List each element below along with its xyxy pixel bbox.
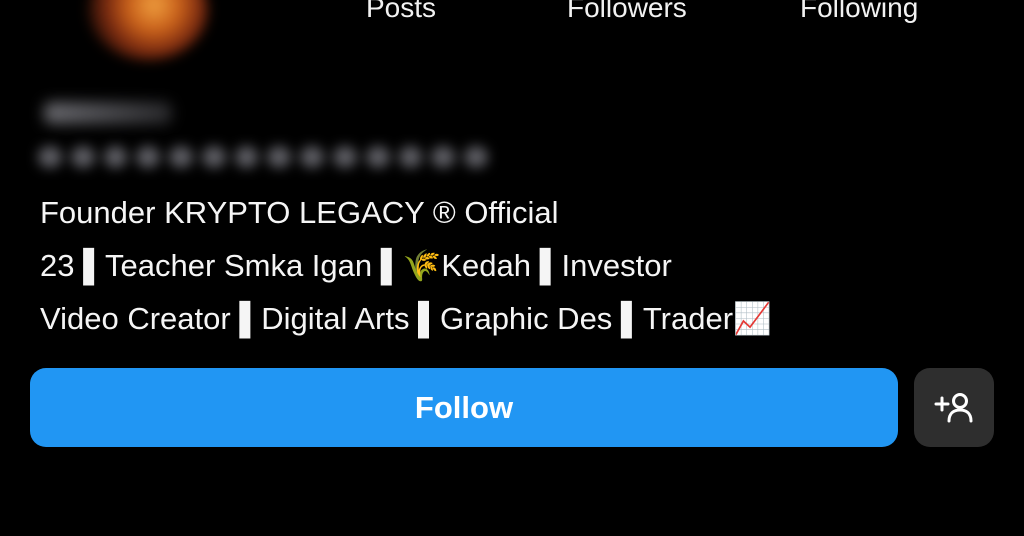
bio-line-3: Video Creator ▌Digital Arts ▌Graphic Des… bbox=[40, 301, 772, 336]
profile-avatar[interactable] bbox=[88, 0, 208, 60]
profile-bio: Founder KRYPTO LEGACY ® Official 23 ▌Tea… bbox=[40, 186, 772, 345]
followers-stat-label[interactable]: Followers bbox=[567, 0, 687, 24]
posts-stat-label[interactable]: Posts bbox=[366, 0, 436, 24]
bio-line-2: 23 ▌Teacher Smka Igan ▌🌾Kedah ▌Investor bbox=[40, 248, 672, 283]
follow-button[interactable]: Follow bbox=[30, 368, 898, 447]
suggested-accounts-button[interactable] bbox=[914, 368, 994, 447]
redacted-category bbox=[38, 142, 488, 172]
redacted-display-name bbox=[44, 102, 172, 124]
bio-line-1: Founder KRYPTO LEGACY ® Official bbox=[40, 195, 559, 230]
person-add-icon bbox=[934, 392, 973, 422]
following-stat-label[interactable]: Following bbox=[800, 0, 918, 24]
